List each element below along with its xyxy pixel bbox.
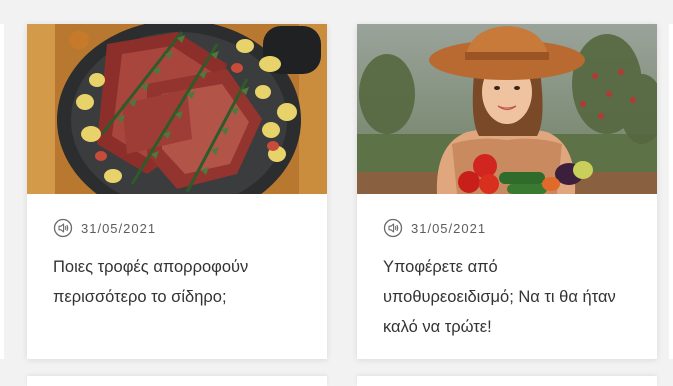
article-title-link[interactable]: Ποιες τροφές απορροφούν περισσότερο το σ… bbox=[53, 252, 303, 312]
speaker-icon[interactable] bbox=[383, 218, 403, 238]
article-title-link[interactable]: Υποφέρετε από υποθυρεοειδισμό; Να τι θα … bbox=[383, 252, 633, 342]
woman-vegetables-image bbox=[357, 24, 657, 194]
next-card-edge bbox=[27, 376, 327, 386]
next-card-edge bbox=[357, 376, 657, 386]
speaker-icon[interactable] bbox=[53, 218, 73, 238]
article-thumbnail-link[interactable] bbox=[357, 24, 657, 194]
article-date: 31/05/2021 bbox=[81, 220, 157, 236]
article-card[interactable]: 31/05/2021 Ποιες τροφές απορροφούν περισ… bbox=[27, 24, 327, 359]
article-meta: 31/05/2021 bbox=[53, 218, 156, 238]
article-thumbnail-link[interactable] bbox=[27, 24, 327, 194]
article-meta: 31/05/2021 bbox=[383, 218, 486, 238]
side-edge-right bbox=[669, 24, 673, 359]
side-edge-left bbox=[0, 24, 4, 359]
steak-image bbox=[27, 24, 327, 194]
article-card[interactable]: 31/05/2021 Υποφέρετε από υποθυρεοειδισμό… bbox=[357, 24, 657, 359]
article-date: 31/05/2021 bbox=[411, 220, 487, 236]
